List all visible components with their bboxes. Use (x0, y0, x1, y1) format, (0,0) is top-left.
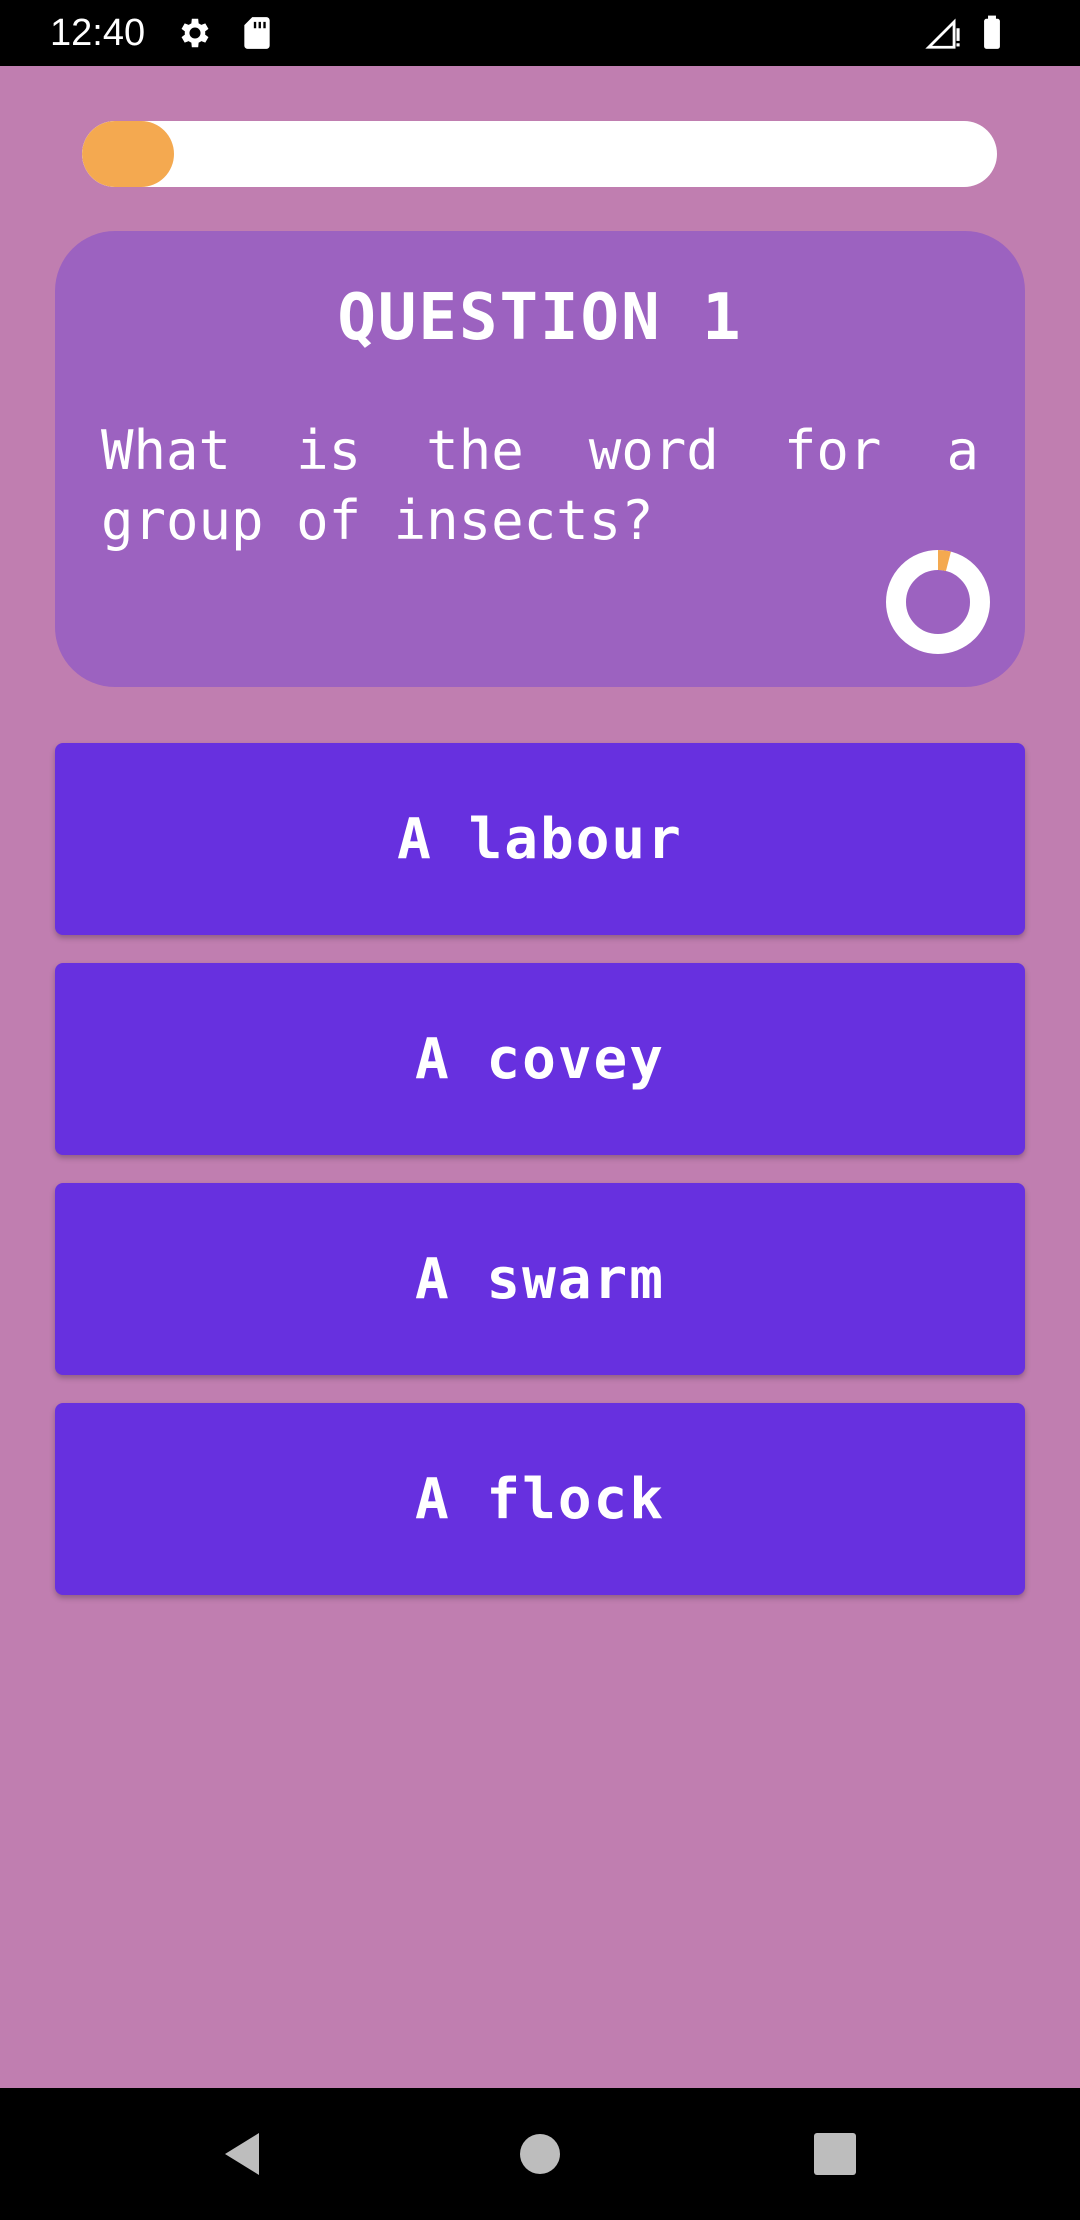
question-title: QUESTION 1 (337, 281, 743, 355)
answer-button-3[interactable]: A swarm (55, 1183, 1025, 1375)
signal-icon (924, 14, 962, 52)
answer-button-4[interactable]: A flock (55, 1403, 1025, 1595)
battery-icon (973, 14, 1011, 52)
quiz-progress-fill (82, 121, 174, 187)
question-card: QUESTION 1 What is the word for a group … (55, 231, 1025, 687)
question-text: What is the word for a group of insects? (101, 419, 979, 552)
sd-card-icon (238, 14, 276, 52)
answer-button-1[interactable]: A labour (55, 743, 1025, 935)
status-bar: 12:40 (0, 0, 1080, 66)
countdown-timer (886, 550, 990, 654)
quiz-screen: QUESTION 1 What is the word for a group … (0, 66, 1080, 2088)
recents-icon[interactable] (797, 2116, 873, 2192)
answer-button-2[interactable]: A covey (55, 963, 1025, 1155)
back-icon[interactable] (205, 2116, 281, 2192)
status-time: 12:40 (50, 12, 146, 54)
navigation-bar (0, 2088, 1080, 2220)
gear-icon (176, 14, 214, 52)
quiz-progress-bar (82, 121, 997, 187)
home-icon[interactable] (502, 2116, 578, 2192)
